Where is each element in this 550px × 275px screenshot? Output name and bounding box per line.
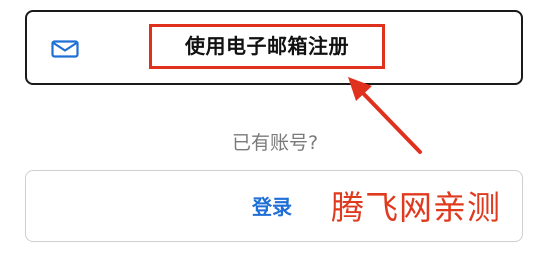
login-label: 登录 [252,195,292,219]
email-signup-button[interactable]: 使用电子邮箱注册 [25,10,523,85]
signup-screen: 使用电子邮箱注册 已有账号? 登录 腾飞网亲测 [0,0,550,275]
email-signup-label: 使用电子邮箱注册 [185,34,349,58]
mail-icon [51,40,79,58]
watermark-text: 腾飞网亲测 [331,188,501,227]
login-button[interactable]: 登录 腾飞网亲测 [25,170,523,242]
have-account-prompt: 已有账号? [231,132,319,154]
